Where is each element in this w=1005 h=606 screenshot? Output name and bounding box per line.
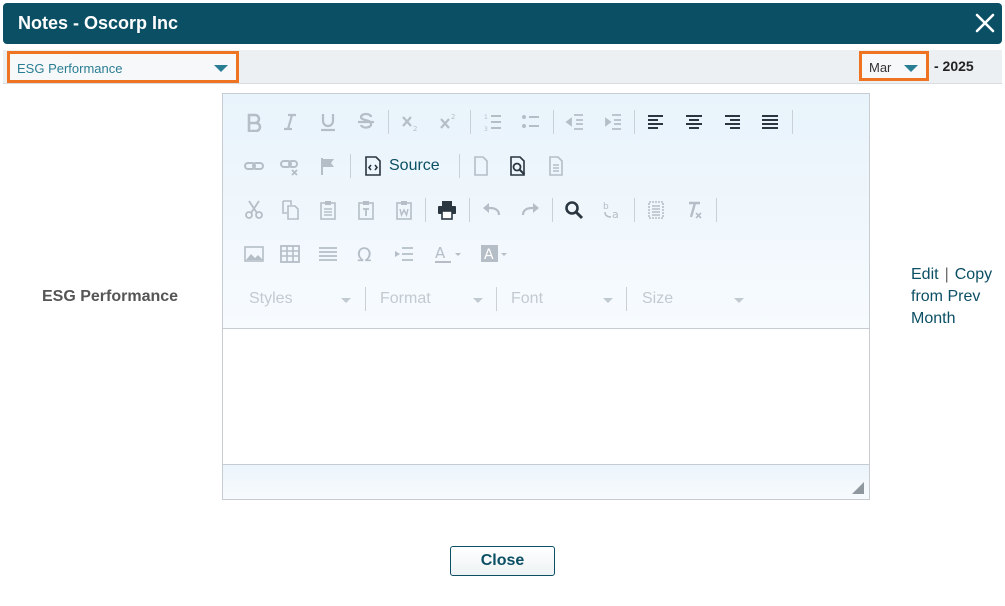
justify-icon[interactable] xyxy=(755,107,785,137)
source-button[interactable]: Source xyxy=(363,151,453,181)
styles-dropdown[interactable]: Styles xyxy=(237,284,363,314)
text-color-icon[interactable]: A xyxy=(431,239,467,269)
chevron-down-icon xyxy=(473,298,483,303)
svg-text:A: A xyxy=(435,244,446,262)
size-dropdown-label: Size xyxy=(642,290,674,307)
side-links: Edit | Copy from Prev Month xyxy=(911,264,1003,330)
editor-toolbar: 2 2 13 Source b a Ω A A Styles Format Fo… xyxy=(223,94,869,329)
source-button-label: Source xyxy=(389,157,440,174)
format-dropdown-label: Format xyxy=(380,290,431,307)
toolbar-separator xyxy=(552,198,553,222)
svg-text:2: 2 xyxy=(413,125,417,132)
paste-word-icon[interactable] xyxy=(389,195,419,225)
dialog-title: Notes - Oscorp Inc xyxy=(18,13,179,33)
templates-icon[interactable] xyxy=(541,151,571,181)
svg-text:a: a xyxy=(612,208,619,220)
close-button[interactable]: Close xyxy=(450,546,555,576)
subscript-icon[interactable]: 2 xyxy=(395,107,425,137)
year-label: - 2025 xyxy=(934,58,974,74)
editor-status-bar xyxy=(223,464,869,499)
toolbar-separator xyxy=(716,198,717,222)
align-right-icon[interactable] xyxy=(717,107,747,137)
increase-indent-icon[interactable] xyxy=(598,107,628,137)
undo-icon[interactable] xyxy=(477,195,507,225)
toolbar-separator xyxy=(469,198,470,222)
numbered-list-icon[interactable]: 13 xyxy=(478,107,508,137)
svg-text:A: A xyxy=(484,247,494,263)
bulleted-list-icon[interactable] xyxy=(516,107,546,137)
format-dropdown[interactable]: Format xyxy=(368,284,495,314)
toolbar-separator xyxy=(626,287,627,311)
styles-dropdown-label: Styles xyxy=(249,290,293,307)
chevron-down-icon xyxy=(904,65,918,72)
source-code-icon xyxy=(365,156,381,176)
strikethrough-icon[interactable] xyxy=(351,107,381,137)
remove-format-icon[interactable] xyxy=(679,195,709,225)
svg-text:Ω: Ω xyxy=(357,244,372,264)
background-color-icon[interactable]: A xyxy=(477,239,513,269)
toolbar-separator xyxy=(365,287,366,311)
resize-grip-icon[interactable] xyxy=(852,482,864,494)
size-dropdown[interactable]: Size xyxy=(630,284,756,314)
rich-text-editor: 2 2 13 Source b a Ω A A Styles Format Fo… xyxy=(222,93,870,500)
underline-icon[interactable] xyxy=(313,107,343,137)
cut-icon[interactable] xyxy=(239,195,269,225)
toolbar-separator xyxy=(350,154,351,178)
dialog-titlebar: Notes - Oscorp Inc xyxy=(3,3,1002,44)
anchor-flag-icon[interactable] xyxy=(313,151,343,181)
editor-content-area[interactable] xyxy=(223,330,869,464)
edit-link[interactable]: Edit xyxy=(911,266,939,283)
month-select[interactable]: Mar xyxy=(859,51,929,81)
horizontal-line-icon[interactable] xyxy=(313,239,343,269)
font-dropdown[interactable]: Font xyxy=(499,284,625,314)
toolbar-separator xyxy=(388,110,389,134)
toolbar-separator xyxy=(553,110,554,134)
toolbar-separator xyxy=(634,198,635,222)
preview-icon[interactable] xyxy=(503,151,533,181)
svg-text:2: 2 xyxy=(451,113,455,121)
unlink-icon[interactable] xyxy=(275,151,305,181)
link-separator: | xyxy=(944,266,949,283)
paste-icon[interactable] xyxy=(313,195,343,225)
chevron-down-icon xyxy=(214,65,228,72)
chevron-down-icon xyxy=(341,298,351,303)
select-all-icon[interactable] xyxy=(641,195,671,225)
link-icon[interactable] xyxy=(239,151,269,181)
table-icon[interactable] xyxy=(275,239,305,269)
page-break-icon[interactable] xyxy=(389,239,419,269)
find-icon[interactable] xyxy=(559,195,589,225)
toolbar-separator xyxy=(634,110,635,134)
filter-bar: ESG Performance Mar - 2025 xyxy=(3,50,1002,84)
font-dropdown-label: Font xyxy=(511,290,544,307)
toolbar-separator xyxy=(496,287,497,311)
italic-icon[interactable] xyxy=(275,107,305,137)
image-icon[interactable] xyxy=(239,239,269,269)
toolbar-separator xyxy=(792,110,793,134)
print-icon[interactable] xyxy=(432,195,462,225)
special-character-icon[interactable]: Ω xyxy=(351,239,381,269)
chevron-down-icon xyxy=(734,298,744,303)
align-left-icon[interactable] xyxy=(641,107,671,137)
redo-icon[interactable] xyxy=(515,195,545,225)
close-icon[interactable] xyxy=(974,12,996,34)
align-center-icon[interactable] xyxy=(679,107,709,137)
decrease-indent-icon[interactable] xyxy=(560,107,590,137)
toolbar-separator xyxy=(459,154,460,178)
copy-icon[interactable] xyxy=(275,195,305,225)
new-page-icon[interactable] xyxy=(466,151,496,181)
svg-text:b: b xyxy=(603,202,609,212)
replace-icon[interactable]: ba xyxy=(597,195,627,225)
svg-text:1: 1 xyxy=(484,114,488,121)
svg-text:3: 3 xyxy=(484,126,488,132)
chevron-down-icon xyxy=(603,298,613,303)
superscript-icon[interactable]: 2 xyxy=(433,107,463,137)
row-label: ESG Performance xyxy=(42,288,179,305)
category-select[interactable]: ESG Performance xyxy=(7,51,239,83)
toolbar-separator xyxy=(425,198,426,222)
toolbar-separator xyxy=(470,110,471,134)
bold-icon[interactable] xyxy=(239,107,269,137)
category-select-value: ESG Performance xyxy=(17,61,123,76)
month-select-value: Mar xyxy=(869,60,892,75)
paste-text-icon[interactable] xyxy=(351,195,381,225)
